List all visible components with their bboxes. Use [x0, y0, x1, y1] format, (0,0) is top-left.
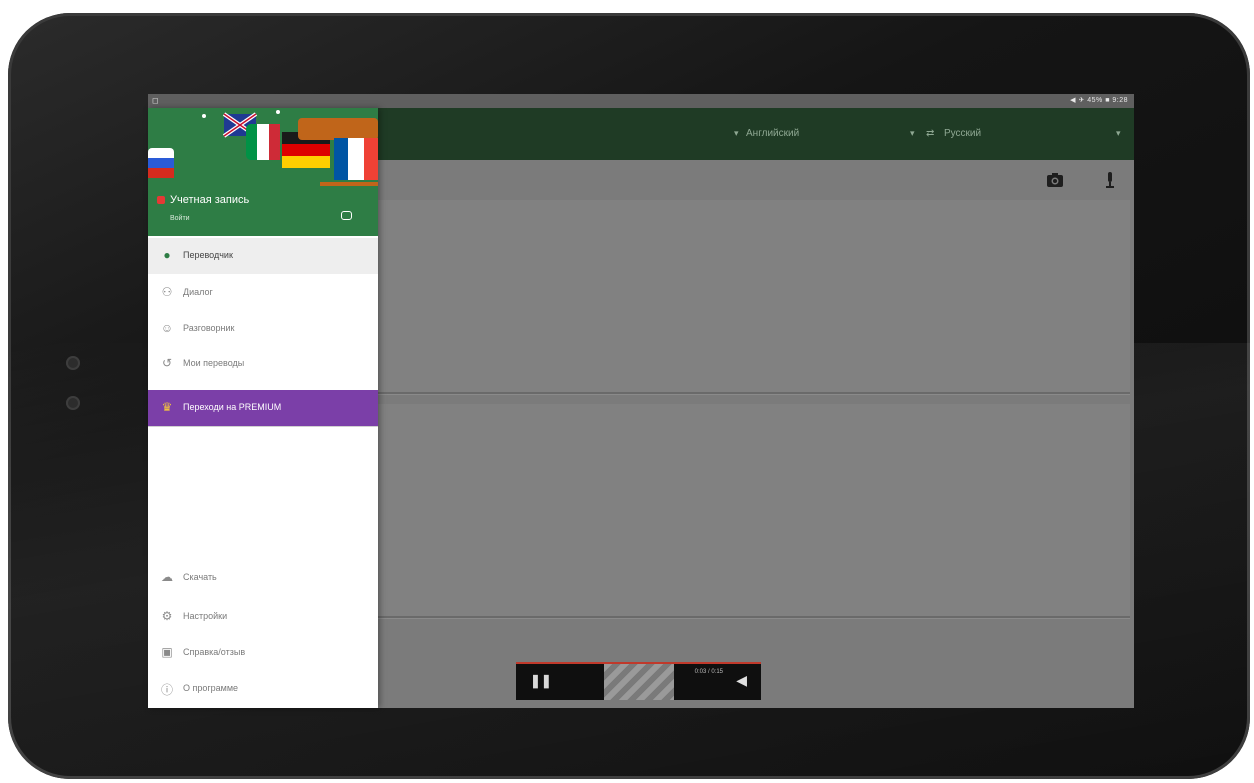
history-icon: ↺ — [161, 356, 173, 370]
volume-icon[interactable]: ◀ — [736, 672, 747, 689]
menu-item-settings[interactable]: ⚙ Настройки — [148, 599, 378, 635]
video-overlay: ❚❚ 0:03 / 0:15 ◀ — [516, 662, 761, 700]
menu-item-label: О программе — [183, 683, 239, 693]
source-text-card[interactable] — [378, 200, 1130, 394]
menu-item-my-translations[interactable]: ↺ Мои переводы — [148, 346, 378, 382]
source-language-select[interactable]: Английский — [746, 128, 799, 139]
drawer-header: Учетная запись Войти — [148, 108, 378, 236]
menu-item-about[interactable]: ⓘ О программе — [148, 671, 378, 707]
camera-icon[interactable] — [1046, 172, 1064, 188]
translation-card[interactable] — [378, 404, 1130, 618]
chevron-down-icon: ▾ — [910, 128, 915, 138]
menu-item-help[interactable]: ▣ Справка/отзыв — [148, 635, 378, 671]
dialog-icon: ⚇ — [161, 285, 173, 299]
menu-item-label: Настройки — [183, 611, 228, 621]
menu-item-label: Переходи на PREMIUM — [183, 402, 282, 412]
chat-icon[interactable] — [341, 211, 352, 220]
menu-item-phrasebook[interactable]: ☺ Разговорник — [148, 311, 378, 347]
sign-in-link[interactable]: Войти — [170, 215, 190, 222]
menu-item-label: Мои переводы — [183, 358, 245, 368]
menu-item-dialog[interactable]: ⚇ Диалог — [148, 275, 378, 311]
menu-item-premium[interactable]: ♛ Переходи на PREMIUM — [148, 390, 378, 426]
crown-icon: ♛ — [161, 400, 173, 414]
microphone-icon[interactable] — [1105, 172, 1115, 188]
about-icon: ⓘ — [160, 683, 173, 697]
navigation-drawer: Учетная запись Войти ● Переводчик ⚇ Диал… — [148, 108, 378, 708]
menu-item-label: Скачать — [183, 572, 217, 582]
chevron-down-icon: ▾ — [734, 128, 739, 138]
status-bar: ◻ ◀ ✈ 45% ■ 9:28 — [148, 94, 1134, 108]
video-thumbnail — [604, 664, 674, 700]
menu-item-label: Разговорник — [183, 323, 235, 333]
front-camera — [66, 356, 80, 370]
pause-icon[interactable]: ❚❚ — [530, 673, 552, 689]
swap-languages-button[interactable]: ⇄ — [926, 128, 934, 139]
phrasebook-icon: ☺ — [160, 321, 174, 335]
status-indicators: ◀ ✈ 45% ■ 9:28 — [1070, 97, 1128, 104]
help-icon: ▣ — [161, 645, 173, 659]
menu-item-download[interactable]: ☁ Скачать — [148, 560, 378, 596]
video-time: 0:03 / 0:15 — [694, 669, 723, 675]
download-icon: ☁ — [161, 570, 173, 584]
menu-item-label: Справка/отзыв — [183, 647, 246, 657]
account-title: Учетная запись — [170, 194, 250, 206]
menu-item-translator[interactable]: ● Переводчик — [148, 238, 378, 274]
notification-icon: ◻ — [152, 96, 159, 105]
chevron-down-icon: ▾ — [1116, 128, 1121, 138]
account-icon — [157, 196, 165, 204]
light-sensor — [66, 396, 80, 410]
menu-item-label: Диалог — [183, 287, 213, 297]
translate-icon: ● — [163, 248, 171, 262]
menu-item-label: Переводчик — [183, 250, 233, 260]
drawer-divider — [148, 426, 378, 427]
settings-icon: ⚙ — [161, 609, 173, 623]
target-language-select[interactable]: Русский — [944, 128, 981, 139]
